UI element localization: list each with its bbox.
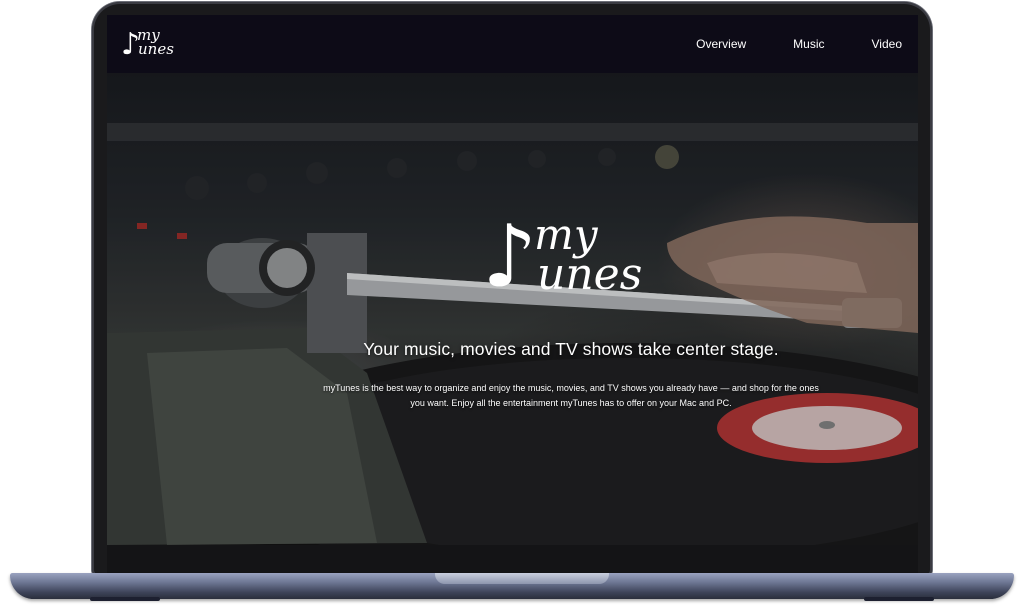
- nav-link-video[interactable]: Video: [872, 37, 902, 51]
- laptop-base: [10, 573, 1014, 601]
- nav-link-overview[interactable]: Overview: [696, 37, 746, 51]
- hero-section: ♪ my unes Your music, movies and TV show…: [107, 73, 918, 545]
- laptop-base-notch: [435, 573, 609, 584]
- hero-overlay: [107, 73, 918, 545]
- laptop-foot-right: [864, 597, 934, 601]
- site-logo[interactable]: ♪ my unes: [121, 27, 185, 63]
- hero-music-note-icon: ♪: [482, 207, 537, 307]
- laptop-screen: ♪ my unes Overview Music Video ♪ my unes…: [107, 15, 918, 545]
- logo-text-tunes: unes: [138, 40, 174, 58]
- site-navbar: ♪ my unes Overview Music Video: [107, 15, 918, 73]
- hero-logo-text-tunes: unes: [537, 249, 643, 300]
- nav-link-music[interactable]: Music: [793, 37, 824, 51]
- laptop-bezel-bottom: [107, 545, 918, 575]
- hero-logo: ♪ my unes: [482, 207, 662, 308]
- hero-description: myTunes is the best way to organize and …: [323, 383, 819, 408]
- laptop-foot-left: [90, 597, 160, 601]
- nav-links: Overview Music Video: [696, 15, 902, 73]
- hero-headline: Your music, movies and TV shows take cen…: [363, 339, 779, 359]
